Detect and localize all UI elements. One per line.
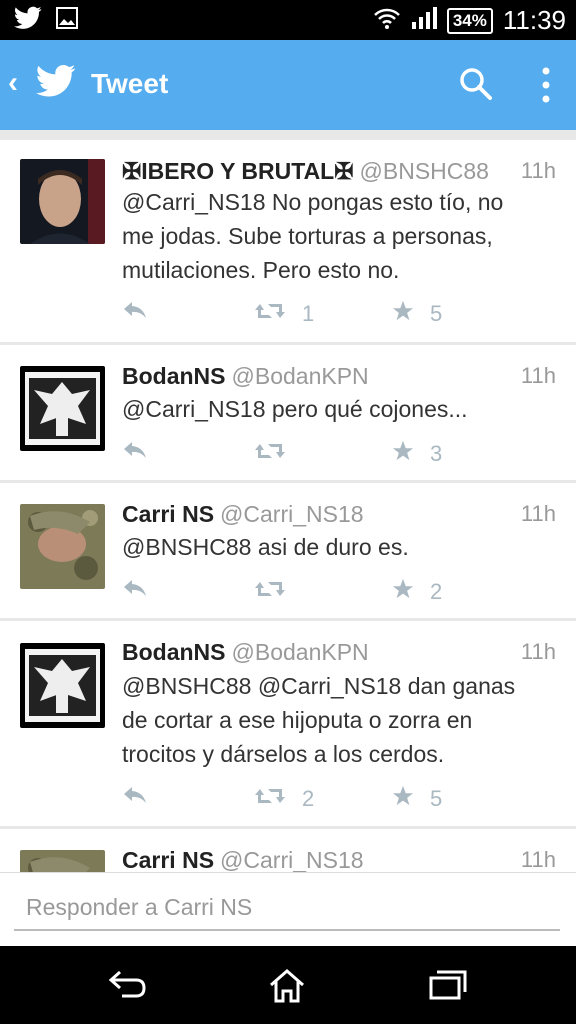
image-icon [56,7,78,34]
tweet-author-name[interactable]: ✠IBERO Y BRUTAL✠ [122,158,354,184]
tweet-item[interactable]: Carri NS @Carri_NS18 11h @BNSHC88 asi de … [0,483,576,618]
tweet-text-line: @Carri_NS18 pero qué cojones... [122,396,468,422]
tweet-text-line: me jodas. Sube torturas a personas, [122,223,493,249]
tweet-author-name[interactable]: BodanNS [122,363,226,389]
star-icon [392,785,414,813]
tweet-author-name[interactable]: BodanNS [122,639,226,665]
nav-recents-icon[interactable] [428,968,468,1007]
retweet-icon [254,440,286,468]
tweet-author-name[interactable]: Carri NS [122,847,214,872]
favorite-count: 3 [430,441,443,466]
signal-icon [411,6,437,35]
retweet-button[interactable] [254,578,302,606]
retweet-icon [254,578,286,606]
avatar[interactable] [20,643,105,728]
battery-icon: 34% [446,7,493,34]
tweet-text-line: @BNSHC88 @Carri_NS18 dan ganas [122,673,516,699]
reply-icon[interactable] [122,785,148,805]
back-icon[interactable]: ‹ [8,66,18,100]
wifi-icon [373,6,401,35]
system-nav-bar [0,946,576,1024]
tweet-text-line: mutilaciones. Pero esto no. [122,257,400,283]
tweet-author-handle[interactable]: @BNSHC88 [360,158,489,184]
tweet-text: @BNSHC88 asi de duro es. [122,530,547,564]
tweet-text: @Carri_NS18 No pongas esto tío, no me jo… [122,185,547,287]
tweet-item[interactable]: Carri NS @Carri_NS18 11h [0,829,576,872]
retweet-icon [254,785,286,813]
status-bar: 34% 11:39 [0,0,576,40]
retweet-button[interactable] [254,440,302,468]
more-icon[interactable] [540,66,552,109]
nav-back-icon[interactable] [108,968,148,1007]
star-icon [392,300,414,328]
avatar[interactable] [20,504,105,589]
reply-icon[interactable] [122,300,148,320]
tweet-text-line: trocitos y dárselos a los cerdos. [122,741,445,767]
tweet-list[interactable]: ✠IBERO Y BRUTAL✠ @BNSHC88 11h @Carri_NS18… [0,130,576,872]
tweet-text-line: @BNSHC88 asi de duro es. [122,534,409,560]
avatar[interactable] [20,366,105,451]
search-icon[interactable] [458,66,494,107]
reply-bar [0,872,576,947]
favorite-button[interactable]: 3 [392,440,442,468]
avatar[interactable] [20,159,105,244]
star-icon [392,440,414,468]
tweet-author-handle[interactable]: @Carri_NS18 [220,847,364,872]
nav-home-icon[interactable] [268,968,306,1009]
tweet-timestamp: 11h [520,363,556,388]
retweet-count: 2 [302,786,315,811]
retweet-count: 1 [302,301,315,326]
twitter-bird-icon[interactable] [36,64,76,103]
tweet-timestamp: 11h [520,501,556,526]
twitter-icon [14,6,42,35]
retweet-icon [254,300,286,328]
tweet-text: @BNSHC88 @Carri_NS18 dan ganas de cortar… [122,669,547,771]
tweet-author-name[interactable]: Carri NS [122,501,214,527]
retweet-button[interactable]: 2 [254,785,314,813]
reply-icon[interactable] [122,440,148,460]
star-icon [392,578,414,606]
reply-icon[interactable] [122,578,148,598]
favorite-count: 5 [430,301,443,326]
clock: 11:39 [502,5,566,35]
tweet-timestamp: 11h [520,847,556,872]
favorite-button[interactable]: 2 [392,578,442,606]
tweet-author-handle[interactable]: @BodanKPN [232,639,369,665]
favorite-count: 5 [430,786,443,811]
tweet-item[interactable]: ✠IBERO Y BRUTAL✠ @BNSHC88 11h @Carri_NS18… [0,140,576,342]
tweet-text-line: de cortar a ese hijoputa o zorra en [122,707,473,733]
tweet-item[interactable]: BodanNS @BodanKPN 11h @BNSHC88 @Carri_NS1… [0,621,576,826]
tweet-text-line: @Carri_NS18 No pongas esto tío, no [122,189,504,215]
favorite-button[interactable]: 5 [392,300,442,328]
tweet-author-handle[interactable]: @Carri_NS18 [220,501,364,527]
tweet-timestamp: 11h [520,639,556,664]
reply-input[interactable] [14,885,560,931]
favorite-count: 2 [430,579,443,604]
tweet-text: @Carri_NS18 pero qué cojones... [122,392,547,426]
retweet-button[interactable]: 1 [254,300,314,328]
page-title: Tweet [91,68,169,99]
tweet-item[interactable]: BodanNS @BodanKPN 11h @Carri_NS18 pero qu… [0,345,576,480]
tweet-timestamp: 11h [520,158,556,183]
favorite-button[interactable]: 5 [392,785,442,813]
avatar[interactable] [20,850,105,872]
tweet-author-handle[interactable]: @BodanKPN [232,363,369,389]
app-bar: ‹ Tweet [0,40,576,130]
